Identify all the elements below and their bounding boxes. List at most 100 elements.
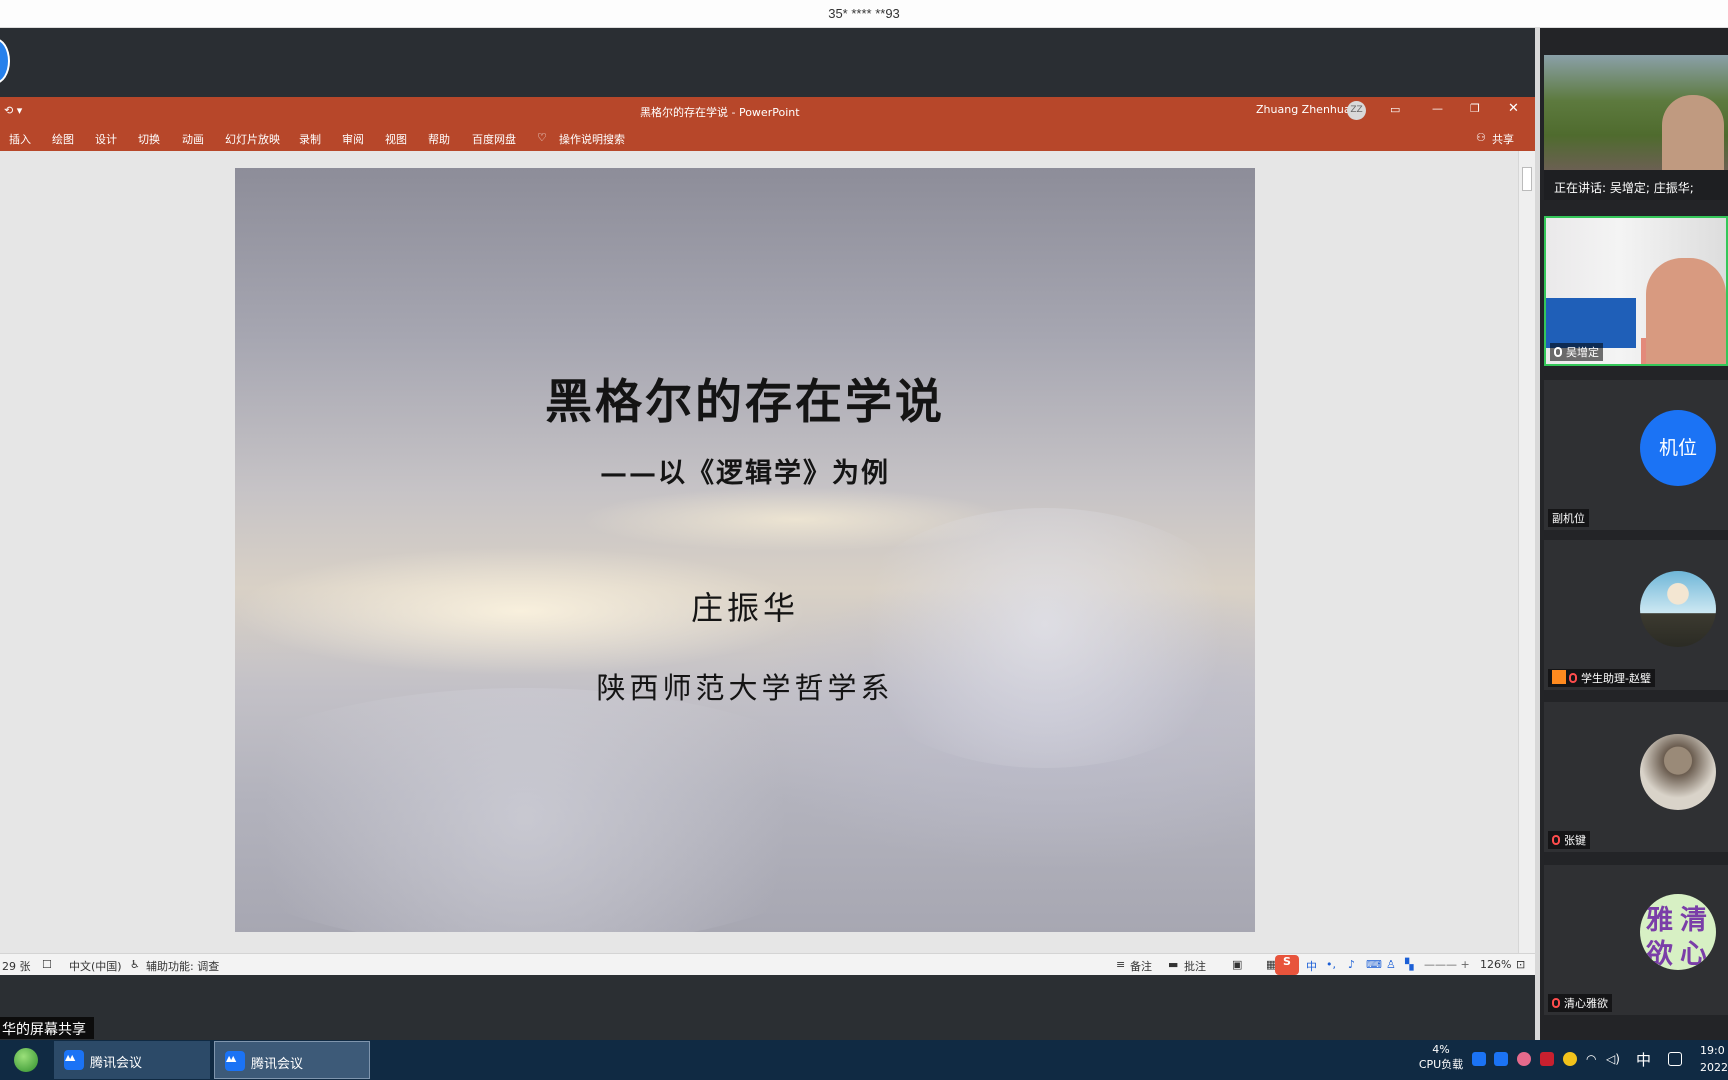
taskbar-app-tencent-meeting[interactable]: 腾讯会议 <box>54 1041 210 1079</box>
taskbar-app-label: 腾讯会议 <box>251 1057 304 1072</box>
accessibility-status[interactable]: 辅助功能: 调查 <box>146 958 219 974</box>
slide-author[interactable]: 庄振华 <box>235 583 1255 629</box>
share-icon: ⚇ <box>1476 131 1486 144</box>
tab-slideshow[interactable]: 幻灯片放映 <box>225 131 280 147</box>
participant-name: 副机位 <box>1552 512 1585 525</box>
ppt-title-bar: ⟲ ▾ 黑格尔的存在学说 - PowerPoint Zhuang Zhenhua… <box>0 97 1535 125</box>
start-button[interactable] <box>14 1048 38 1072</box>
fit-slide-icon[interactable]: ⊡ <box>1516 958 1525 971</box>
slide-cloud-decoration <box>835 508 1255 768</box>
avatar <box>1640 571 1716 647</box>
avatar-char: 欲 <box>1646 939 1673 970</box>
active-speaker-tile[interactable]: 正在讲话: 吴增定; 庄振华; <box>1544 55 1728 200</box>
slide-title[interactable]: 黑格尔的存在学说 <box>235 363 1255 432</box>
tab-transitions[interactable]: 切换 <box>138 131 160 147</box>
participant-name: 吴增定 <box>1566 346 1599 359</box>
share-area-top <box>0 28 1535 98</box>
tencent-meeting-icon <box>64 1050 84 1070</box>
ppt-vertical-scrollbar[interactable] <box>1518 151 1535 956</box>
avatar-char: 心 <box>1680 939 1707 970</box>
tab-record[interactable]: 录制 <box>299 131 321 147</box>
ppt-ribbon-tabs: 插入 绘图 设计 切换 动画 幻灯片放映 录制 审阅 视图 帮助 百度网盘 ♡ … <box>0 125 1535 151</box>
slide-affiliation[interactable]: 陕西师范大学哲学系 <box>235 665 1255 707</box>
lightbulb-icon: ♡ <box>537 131 547 144</box>
spellcheck-icon[interactable]: ☐ <box>42 958 52 971</box>
user-avatar[interactable]: ZZ <box>1347 101 1366 120</box>
punctuation-icon[interactable]: •, <box>1326 958 1336 971</box>
toolbox-icon[interactable]: ▚ <box>1405 958 1413 971</box>
video-background-sofa <box>1546 298 1636 348</box>
restore-icon[interactable]: ❐ <box>1470 102 1480 115</box>
tab-baidu-netdisk[interactable]: 百度网盘 <box>472 131 516 147</box>
tab-draw[interactable]: 绘图 <box>52 131 74 147</box>
quick-access-toolbar[interactable]: ⟲ ▾ <box>4 104 22 117</box>
voice-input-icon[interactable]: ♪ <box>1348 958 1355 971</box>
host-badge-icon <box>1552 670 1566 684</box>
tab-animations[interactable]: 动画 <box>182 131 204 147</box>
screen-share-label: 华的屏幕共享 <box>0 1017 94 1039</box>
tab-insert[interactable]: 插入 <box>9 131 31 147</box>
participant-name-tag: 吴增定 <box>1550 343 1603 361</box>
avatar <box>1640 734 1716 810</box>
language-indicator[interactable]: 中文(中国) <box>69 958 122 974</box>
participant-tile-wu[interactable]: 吴增定 <box>1544 216 1728 366</box>
tab-help[interactable]: 帮助 <box>428 131 450 147</box>
ppt-user-name[interactable]: Zhuang Zhenhua <box>1256 103 1351 116</box>
tencent-meeting-tray-icon[interactable] <box>1472 1052 1486 1066</box>
zoom-slider[interactable]: ——— + <box>1424 958 1470 971</box>
close-icon[interactable]: ✕ <box>1508 101 1519 116</box>
keyboard-icon[interactable]: ⌨ <box>1366 958 1382 971</box>
ppt-window-title: 黑格尔的存在学说 - PowerPoint <box>640 106 800 119</box>
ribbon-display-icon[interactable]: ▭ <box>1390 103 1400 116</box>
ime-mode-icon[interactable] <box>1668 1052 1682 1066</box>
slide-subtitle[interactable]: ——以《逻辑学》为例 <box>235 451 1255 490</box>
taskbar-app-tencent-meeting-active[interactable]: 腾讯会议 <box>214 1041 370 1079</box>
flower-tray-icon[interactable] <box>1517 1052 1531 1066</box>
participant-name-tag: 张键 <box>1548 831 1590 849</box>
tab-review[interactable]: 审阅 <box>342 131 364 147</box>
mic-muted-icon <box>1569 673 1577 683</box>
comments-icon: ▬ <box>1168 958 1179 971</box>
tab-design[interactable]: 设计 <box>95 131 117 147</box>
ime-chinese-indicator[interactable]: 中 <box>1306 958 1317 974</box>
cpu-label: CPU负载 <box>1418 1058 1464 1071</box>
tell-me-search[interactable]: 操作说明搜索 <box>559 131 625 147</box>
mic-icon <box>1554 347 1562 357</box>
volume-icon[interactable]: ◁) <box>1606 1052 1620 1066</box>
wifi-icon[interactable]: ◠ <box>1586 1052 1600 1066</box>
avatar: 机位 <box>1640 410 1716 486</box>
app-tray-icon[interactable] <box>1540 1052 1554 1066</box>
notes-icon: ≡ <box>1116 958 1126 971</box>
accessibility-icon: ♿ <box>130 958 140 971</box>
notes-button[interactable]: 备注 <box>1130 958 1152 974</box>
ppt-status-bar: 29 张 ☐ 中文(中国) ♿ 辅助功能: 调查 ≡ 备注 ▬ 批注 ▣ ▦ S… <box>0 953 1535 975</box>
sogou-ime-icon[interactable]: S <box>1275 955 1299 975</box>
share-area-bottom <box>0 975 1535 1040</box>
share-button[interactable]: 共享 <box>1492 131 1514 147</box>
taskbar-clock[interactable]: 19:0 2022 <box>1700 1042 1728 1076</box>
ime-tray-indicator[interactable]: 中 <box>1636 1049 1651 1070</box>
cpu-percent: 4% <box>1432 1043 1450 1056</box>
participant-name-tag: 副机位 <box>1548 509 1589 527</box>
security-tray-icon[interactable] <box>1563 1052 1577 1066</box>
tab-view[interactable]: 视图 <box>385 131 407 147</box>
normal-view-icon[interactable]: ▣ <box>1232 958 1242 971</box>
video-person <box>1646 258 1726 364</box>
cpu-load-indicator[interactable]: 4% CPU负载 <box>1414 1042 1468 1072</box>
slide-canvas[interactable]: 黑格尔的存在学说 ——以《逻辑学》为例 庄振华 陕西师范大学哲学系 <box>235 168 1255 932</box>
speaker-figure <box>1662 95 1724 170</box>
skin-icon[interactable]: ♙ <box>1386 958 1396 971</box>
taskbar-app-label: 腾讯会议 <box>90 1056 143 1071</box>
slide-count: 29 张 <box>2 960 31 973</box>
zoom-level[interactable]: 126% <box>1480 958 1511 971</box>
comments-button[interactable]: 批注 <box>1184 958 1206 974</box>
tencent-meeting-icon <box>225 1051 245 1071</box>
scroll-thumb[interactable] <box>1522 167 1532 191</box>
avatar: 雅 清 欲 心 <box>1640 894 1716 970</box>
tencent-meeting-tray-icon[interactable] <box>1494 1052 1508 1066</box>
meeting-top-bar: 35* **** **93 <box>0 0 1728 28</box>
slide-cloud-decoration <box>235 688 875 932</box>
minimize-icon[interactable]: — <box>1432 102 1443 115</box>
clock-time: 19:0 <box>1700 1044 1725 1057</box>
clock-date: 2022 <box>1700 1061 1728 1074</box>
